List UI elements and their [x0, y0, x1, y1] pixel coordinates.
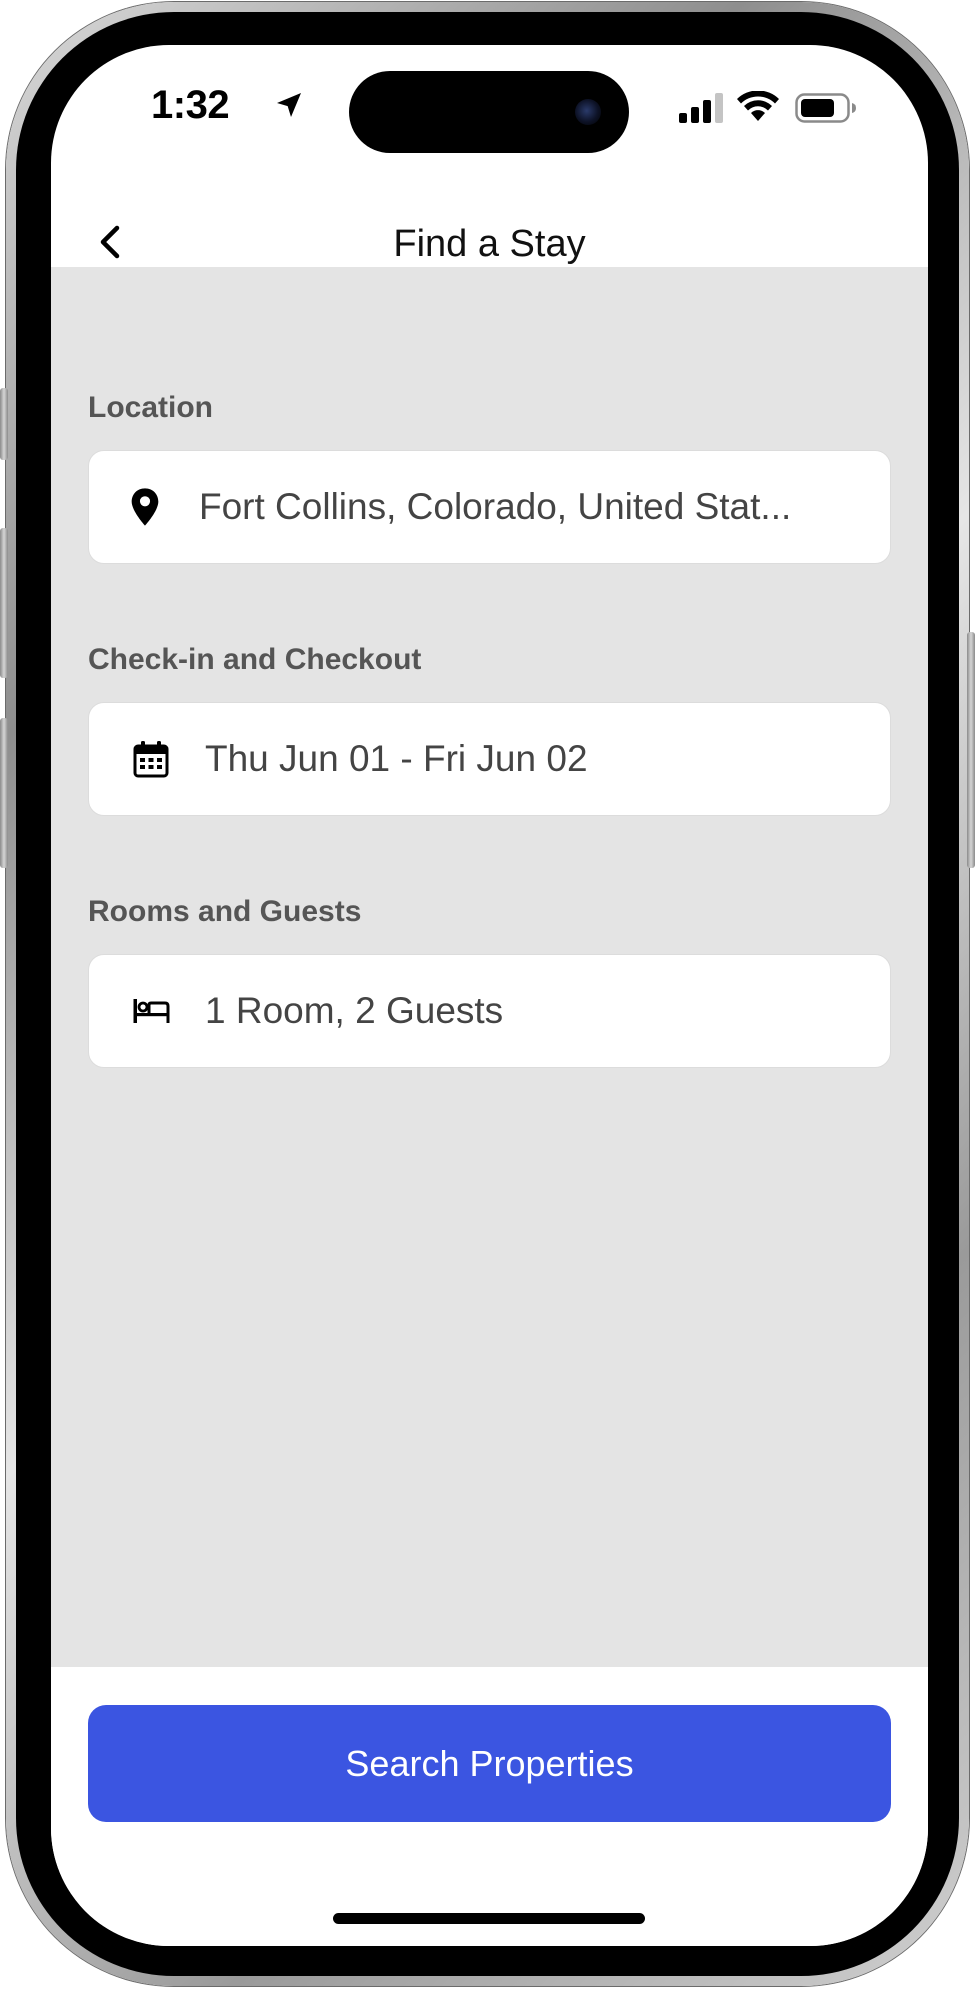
location-value: Fort Collins, Colorado, United Stat...	[199, 486, 792, 527]
power-button	[967, 632, 975, 868]
dates-value: Thu Jun 01 - Fri Jun 02	[205, 738, 588, 779]
rooms-value: 1 Room, 2 Guests	[205, 990, 504, 1031]
location-label: Location	[88, 391, 213, 424]
search-form: Location Fort Collins, Colorado, United …	[51, 267, 928, 1667]
action-button	[0, 388, 8, 460]
status-time: 1:32	[151, 83, 230, 127]
app-screen: 1:32 Find a Stay Location Fort Collins, …	[51, 45, 928, 1946]
wifi-icon	[737, 91, 779, 121]
dates-field[interactable]: Thu Jun 01 - Fri Jun 02	[88, 702, 891, 816]
page-title: Find a Stay	[393, 223, 586, 265]
location-arrow-icon	[277, 93, 301, 117]
home-indicator[interactable]	[333, 1913, 645, 1924]
dates-label: Check-in and Checkout	[88, 643, 422, 676]
location-field[interactable]: Fort Collins, Colorado, United Stat...	[88, 450, 891, 564]
search-properties-button[interactable]: Search Properties	[88, 1705, 891, 1822]
bottom-bar: Search Properties	[51, 1667, 928, 1946]
volume-down-button	[0, 718, 8, 868]
cellular-signal-icon	[679, 93, 723, 123]
front-camera	[575, 99, 601, 125]
dynamic-island	[349, 71, 629, 153]
rooms-field[interactable]: 1 Room, 2 Guests	[88, 954, 891, 1068]
map-pin-icon	[115, 477, 175, 537]
bed-icon	[121, 981, 181, 1041]
volume-up-button	[0, 528, 8, 678]
calendar-icon	[121, 729, 181, 789]
rooms-label: Rooms and Guests	[88, 895, 362, 928]
battery-icon	[795, 93, 856, 123]
